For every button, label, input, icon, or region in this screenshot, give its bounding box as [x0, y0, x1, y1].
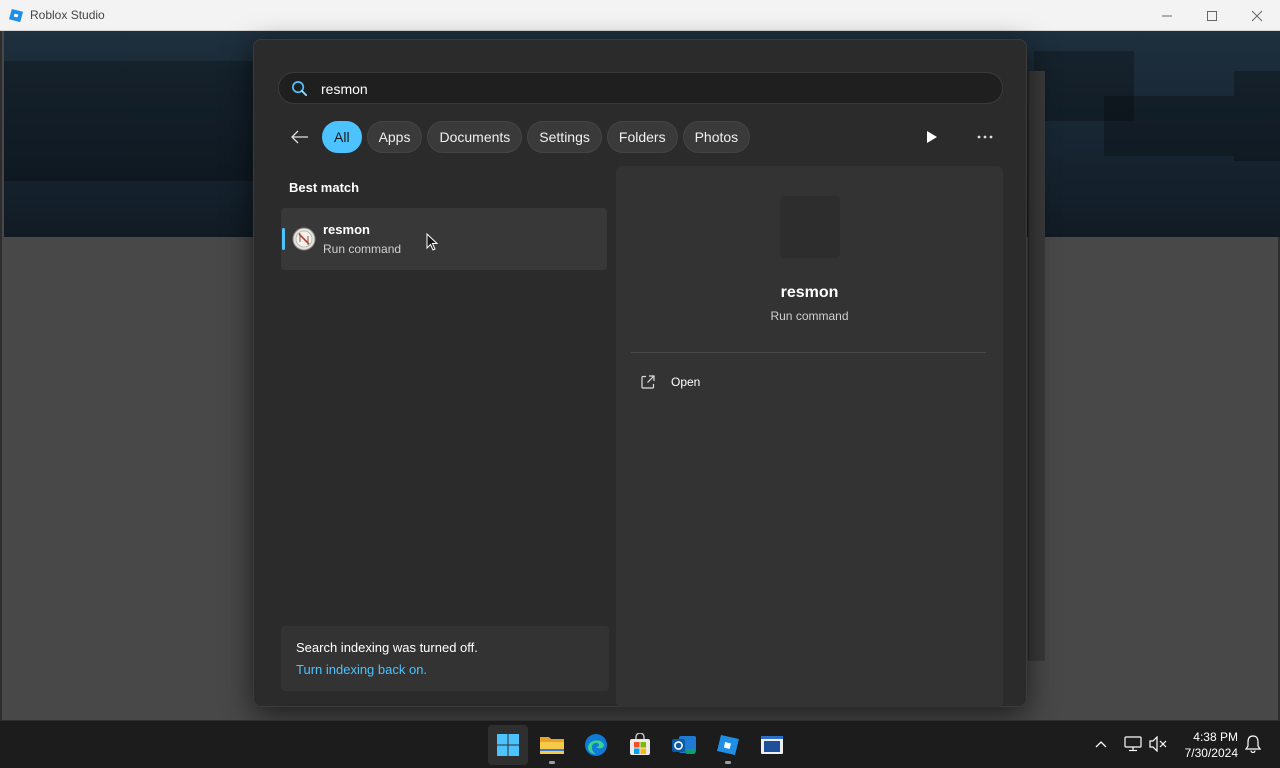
minimize-button[interactable] — [1144, 0, 1190, 31]
close-button[interactable] — [1234, 0, 1280, 31]
taskbar-roblox-studio[interactable] — [708, 725, 748, 765]
resource-monitor-icon — [292, 227, 316, 251]
edge-icon — [585, 734, 607, 756]
taskbar-edge[interactable] — [576, 725, 616, 765]
preview-name: resmon — [780, 284, 839, 301]
taskbar-clock[interactable]: 4:38 PM 7/30/2024 — [1176, 729, 1238, 761]
preview-app-icon — [780, 196, 840, 258]
best-match-result[interactable]: resmon Run command — [281, 208, 607, 270]
preview-divider — [631, 352, 986, 353]
preview-type: Run command — [770, 309, 849, 323]
roblox-studio-icon — [9, 8, 24, 23]
start-icon — [497, 734, 519, 756]
running-indicator — [549, 761, 555, 764]
indexing-message: Search indexing was turned off. — [296, 640, 478, 655]
roblox-studio-titlebar: Roblox Studio — [0, 0, 1280, 31]
search-input[interactable] — [321, 79, 981, 99]
open-action-label: Open — [671, 375, 701, 389]
clock-time: 4:38 PM — [1193, 730, 1238, 744]
maximize-icon — [1207, 10, 1217, 21]
roblox-studio-icon — [717, 735, 739, 755]
indexing-notice: Search indexing was turned off. Turn ind… — [281, 626, 609, 691]
start-button[interactable] — [488, 725, 528, 765]
filter-apps[interactable]: Apps — [366, 121, 423, 153]
more-filters-button[interactable] — [920, 125, 944, 149]
taskbar-outlook[interactable] — [664, 725, 704, 765]
back-arrow-icon — [291, 130, 308, 144]
minimize-icon — [1162, 15, 1172, 16]
result-name: resmon — [323, 222, 370, 237]
filter-photos[interactable]: Photos — [682, 121, 751, 153]
search-box[interactable] — [278, 72, 1003, 104]
best-match-heading: Best match — [289, 180, 360, 195]
maximize-button[interactable] — [1189, 0, 1235, 31]
turn-indexing-on-link[interactable]: Turn indexing back on. — [296, 662, 427, 677]
search-icon — [292, 81, 308, 97]
filter-settings[interactable]: Settings — [527, 121, 602, 153]
volume-button[interactable] — [1149, 735, 1167, 753]
back-button[interactable] — [288, 125, 312, 149]
filter-documents[interactable]: Documents — [427, 121, 523, 153]
chevron-up-icon — [1095, 741, 1107, 748]
filter-all[interactable]: All — [322, 121, 362, 153]
taskbar-file-explorer[interactable] — [532, 725, 572, 765]
bell-icon — [1245, 735, 1261, 753]
close-icon — [1251, 10, 1263, 21]
window-title: Roblox Studio — [30, 8, 105, 22]
result-preview-pane: resmon Run command Open — [616, 166, 1003, 707]
store-icon — [630, 733, 650, 755]
show-hidden-icons-button[interactable] — [1092, 735, 1110, 753]
volume-muted-icon — [1149, 736, 1167, 752]
outlook-icon — [672, 736, 696, 754]
studio-side-panel — [1028, 71, 1045, 661]
taskbar-window-app[interactable] — [752, 725, 792, 765]
open-action[interactable]: Open — [640, 370, 700, 394]
network-icon — [1124, 736, 1142, 752]
ellipsis-icon — [977, 135, 993, 139]
clock-date: 7/30/2024 — [1184, 746, 1238, 760]
terminal-window-icon — [761, 736, 783, 754]
more-options-button[interactable] — [973, 125, 997, 149]
running-indicator — [725, 761, 731, 764]
taskbar-store[interactable] — [620, 725, 660, 765]
mouse-cursor-icon — [426, 233, 438, 251]
selection-indicator — [282, 228, 285, 250]
start-search-flyout: All Apps Documents Settings Folders Phot… — [253, 39, 1027, 707]
notifications-button[interactable] — [1244, 735, 1262, 753]
taskbar: 4:38 PM 7/30/2024 — [0, 720, 1280, 768]
search-filter-tabs: All Apps Documents Settings Folders Phot… — [322, 121, 751, 153]
result-type: Run command — [323, 242, 402, 256]
file-explorer-icon — [540, 737, 564, 754]
play-icon — [927, 131, 937, 143]
network-status-button[interactable] — [1124, 735, 1142, 753]
open-external-icon — [641, 375, 655, 389]
filter-folders[interactable]: Folders — [606, 121, 678, 153]
